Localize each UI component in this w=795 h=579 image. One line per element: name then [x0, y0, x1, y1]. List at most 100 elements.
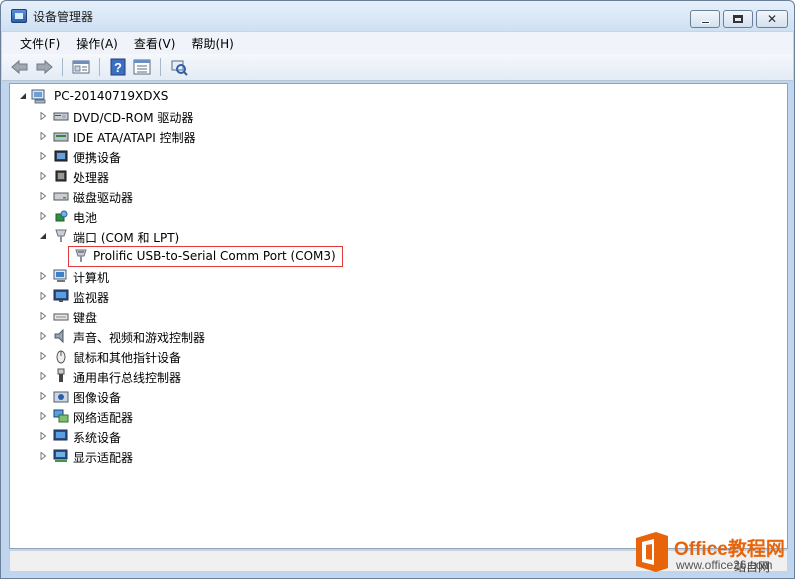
- svg-text:?: ?: [114, 60, 122, 75]
- expand-icon[interactable]: [39, 272, 47, 280]
- properties-button[interactable]: [71, 57, 91, 77]
- maximize-icon: [733, 15, 743, 23]
- device-manager-app-icon: [11, 9, 27, 23]
- tree-category-item[interactable]: 网络适配器: [10, 406, 410, 426]
- expand-icon[interactable]: [39, 332, 47, 340]
- tree-category-item[interactable]: 键盘: [10, 306, 410, 326]
- tree-category-label: 电池: [73, 211, 98, 225]
- disk-drive-icon: [53, 188, 69, 204]
- port-icon: [53, 228, 69, 244]
- expand-icon[interactable]: [39, 172, 47, 180]
- monitor-icon: [53, 288, 69, 304]
- minimize-button[interactable]: [690, 10, 720, 28]
- root-label: PC-20140719XDXS: [54, 89, 169, 103]
- tree-category-item[interactable]: 处理器: [10, 166, 410, 186]
- expand-icon[interactable]: [39, 312, 47, 320]
- network-adapter-icon: [53, 408, 69, 424]
- expand-icon[interactable]: [39, 132, 47, 140]
- imaging-icon: [53, 388, 69, 404]
- scan-hardware-icon: [171, 60, 188, 76]
- expand-icon[interactable]: [39, 192, 47, 200]
- battery-icon: [53, 208, 69, 224]
- device-manager-window: 设备管理器 ✕ 文件(F) 操作(A) 查看(V) 帮助(H) ? PC-201…: [0, 0, 795, 579]
- sound-icon: [53, 328, 69, 344]
- collapse-icon[interactable]: [19, 92, 27, 100]
- menu-action[interactable]: 操作(A): [68, 35, 126, 52]
- expand-icon[interactable]: [39, 432, 47, 440]
- tree-category-item[interactable]: 磁盘驱动器: [10, 186, 410, 206]
- tree-category-label: 通用串行总线控制器: [73, 371, 182, 385]
- tree-category-label: 磁盘驱动器: [73, 191, 134, 205]
- keyboard-icon: [53, 308, 69, 324]
- watermark-corner: 站自网: [734, 560, 771, 574]
- highlight-box: [68, 246, 343, 267]
- toolbar: ?: [2, 54, 793, 81]
- tree-category-label: 处理器: [73, 171, 110, 185]
- tree-category-item[interactable]: 声音、视频和游戏控制器: [10, 326, 410, 346]
- tree-category-item[interactable]: 端口 (COM 和 LPT): [10, 226, 410, 246]
- expand-icon[interactable]: [39, 412, 47, 420]
- computer-root-icon: [31, 88, 47, 104]
- tree-root[interactable]: PC-20140719XDXS: [10, 86, 410, 106]
- title-bar[interactable]: 设备管理器 ✕: [1, 1, 794, 31]
- watermark: Office教程网 www.office26.com 站自网: [630, 530, 795, 579]
- back-icon: [11, 59, 28, 75]
- menu-view[interactable]: 查看(V): [126, 35, 184, 52]
- portable-device-icon: [53, 148, 69, 164]
- processor-icon: [53, 168, 69, 184]
- help-button[interactable]: ?: [108, 57, 128, 77]
- close-icon: ✕: [766, 12, 778, 26]
- tree-category-label: 便携设备: [73, 151, 122, 165]
- expand-icon[interactable]: [39, 212, 47, 220]
- tree-category-label: 计算机: [73, 271, 110, 285]
- tree-category-item[interactable]: 计算机: [10, 266, 410, 286]
- watermark-brand: Office教程网: [674, 539, 785, 560]
- close-button[interactable]: ✕: [756, 10, 788, 28]
- view-icon: [133, 59, 151, 75]
- ide-controller-icon: [53, 128, 69, 144]
- forward-icon: [36, 59, 53, 75]
- tree-category-label: DVD/CD-ROM 驱动器: [73, 111, 194, 125]
- mouse-icon: [53, 348, 69, 364]
- forward-button[interactable]: [34, 57, 54, 77]
- expand-icon[interactable]: [39, 452, 47, 460]
- tree-category-item[interactable]: 通用串行总线控制器: [10, 366, 410, 386]
- tree-category-label: 图像设备: [73, 391, 122, 405]
- help-icon: ?: [110, 58, 126, 76]
- back-button[interactable]: [10, 57, 30, 77]
- tree-category-item[interactable]: 鼠标和其他指针设备: [10, 346, 410, 366]
- tree-category-label: 声音、视频和游戏控制器: [73, 331, 206, 345]
- tree-category-label: 系统设备: [73, 431, 122, 445]
- tree-category-item[interactable]: 电池: [10, 206, 410, 226]
- collapse-icon[interactable]: [39, 232, 47, 240]
- tree-category-item[interactable]: 监视器: [10, 286, 410, 306]
- menu-bar: 文件(F) 操作(A) 查看(V) 帮助(H): [2, 32, 793, 54]
- expand-icon[interactable]: [39, 152, 47, 160]
- minimize-icon: [700, 20, 710, 24]
- scan-hardware-button[interactable]: [169, 57, 189, 77]
- expand-icon[interactable]: [39, 372, 47, 380]
- computer-icon: [53, 268, 69, 284]
- expand-icon[interactable]: [39, 112, 47, 120]
- tree-category-item[interactable]: IDE ATA/ATAPI 控制器: [10, 126, 410, 146]
- toolbar-separator: [160, 58, 161, 76]
- tree-category-item[interactable]: 便携设备: [10, 146, 410, 166]
- menu-file[interactable]: 文件(F): [12, 35, 68, 52]
- usb-icon: [53, 368, 69, 384]
- tree-category-label: 显示适配器: [73, 451, 134, 465]
- expand-icon[interactable]: [39, 292, 47, 300]
- tree-category-item[interactable]: 显示适配器: [10, 446, 410, 466]
- toolbar-separator: [62, 58, 63, 76]
- expand-icon[interactable]: [39, 392, 47, 400]
- tree-category-item[interactable]: 系统设备: [10, 426, 410, 446]
- maximize-button[interactable]: [723, 10, 753, 28]
- tree-category-item[interactable]: DVD/CD-ROM 驱动器: [10, 106, 410, 126]
- tree-category-item[interactable]: 图像设备: [10, 386, 410, 406]
- expand-icon[interactable]: [39, 352, 47, 360]
- toolbar-separator: [99, 58, 100, 76]
- tree-category-label: 鼠标和其他指针设备: [73, 351, 182, 365]
- menu-help[interactable]: 帮助(H): [183, 35, 241, 52]
- device-tree: PC-20140719XDXS DVD/CD-ROM 驱动器 IDE ATA/AT…: [9, 83, 788, 549]
- properties-icon: [72, 60, 90, 74]
- view-button[interactable]: [132, 57, 152, 77]
